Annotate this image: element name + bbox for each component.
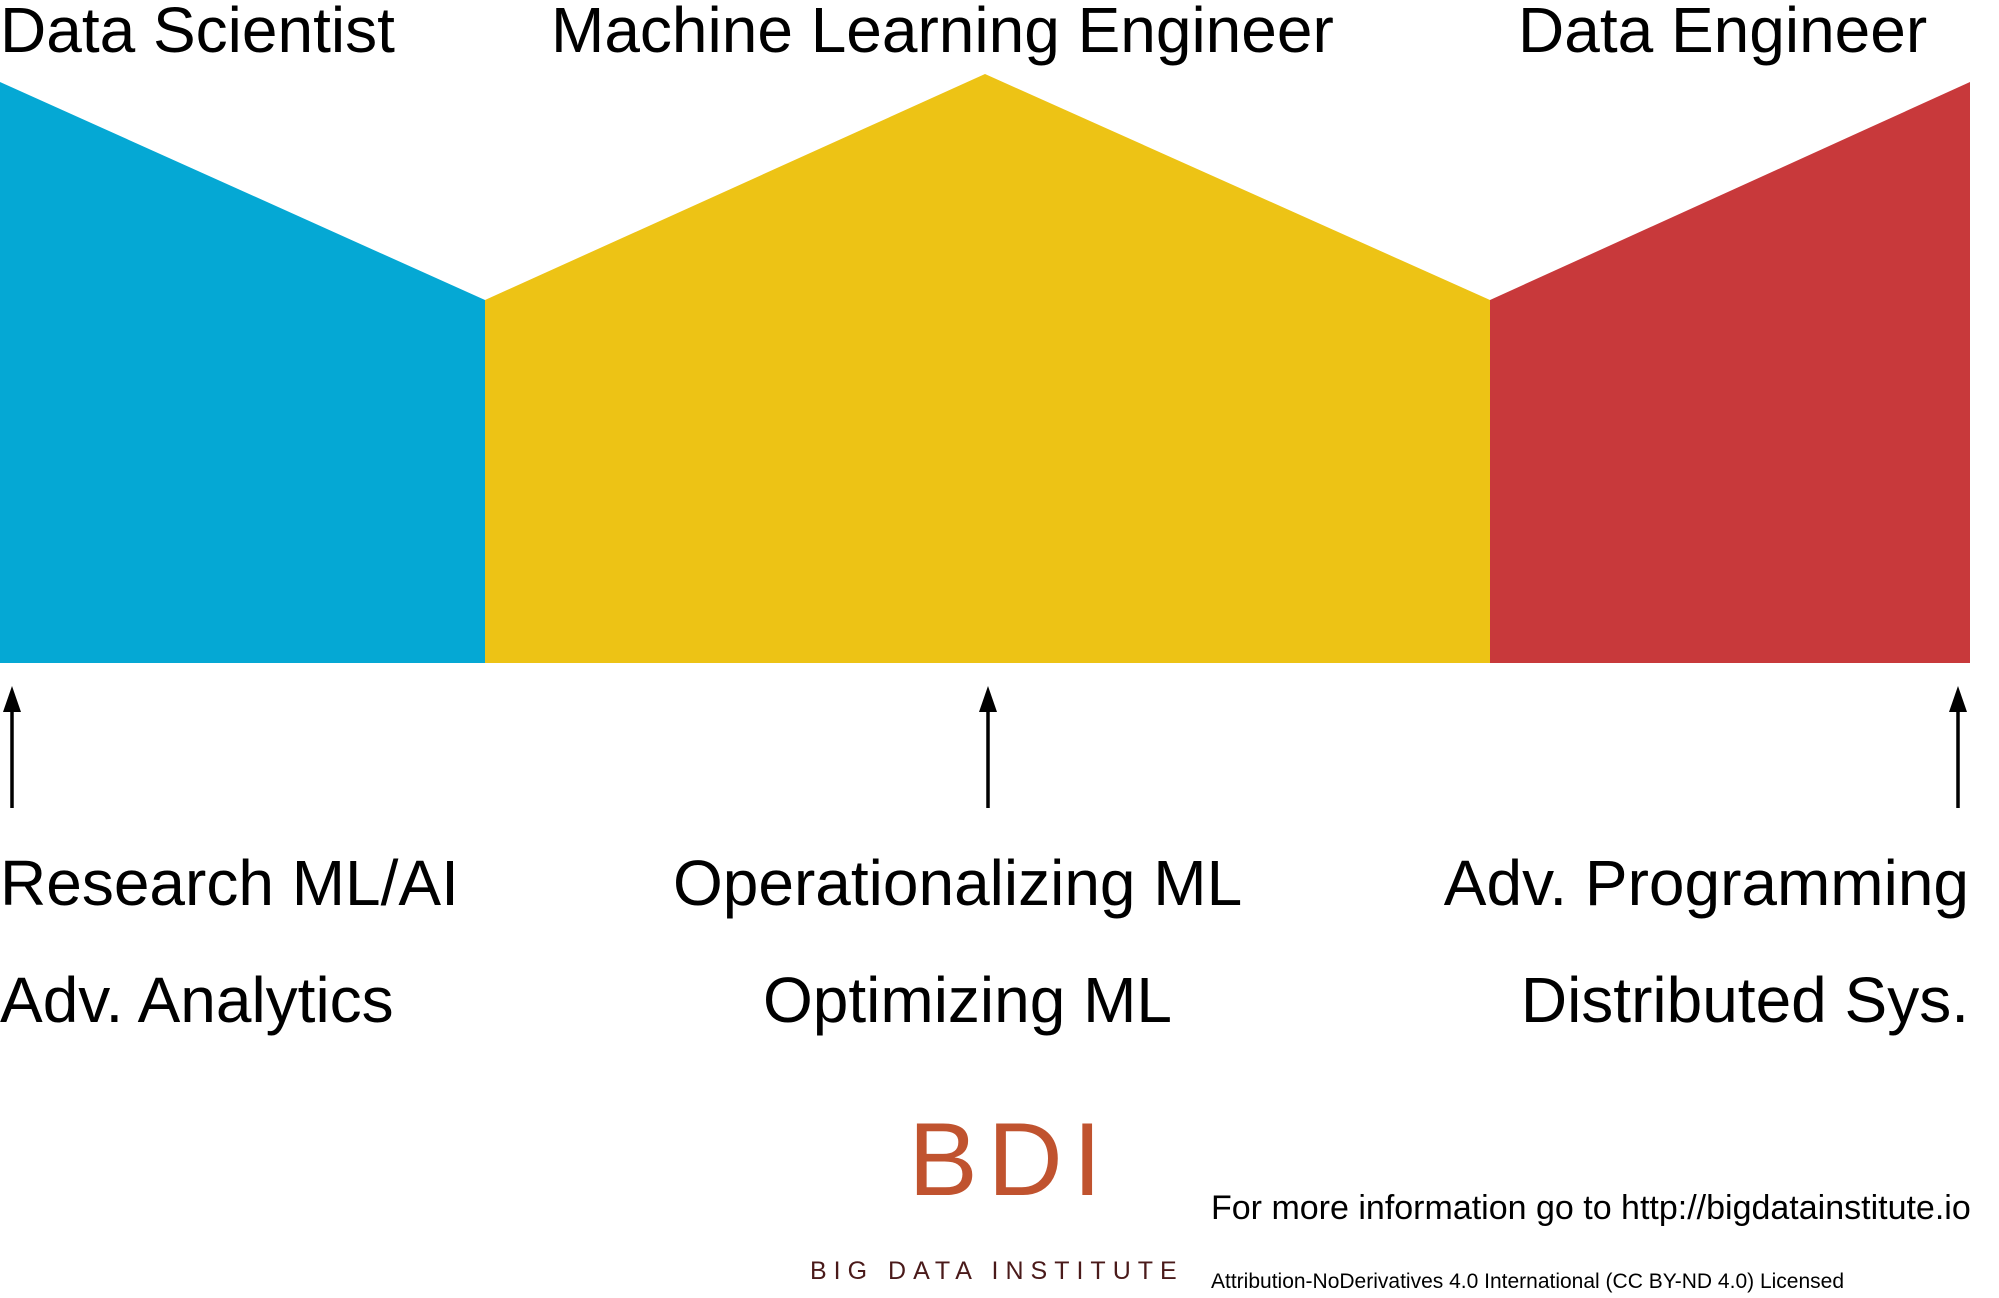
role-title-data-scientist: Data Scientist bbox=[0, 0, 395, 66]
role-spectrum-diagram: Data Scientist Machine Learning Engineer… bbox=[0, 0, 1999, 1298]
bdi-logo-mark: BDI bbox=[908, 1102, 1112, 1218]
role-title-data-engineer: Data Engineer bbox=[1518, 0, 1928, 66]
role-title-ml-engineer: Machine Learning Engineer bbox=[551, 0, 1334, 66]
data-scientist-shape bbox=[0, 82, 485, 663]
up-arrow-icon bbox=[979, 686, 997, 808]
license-text: Attribution-NoDerivatives 4.0 Internatio… bbox=[1211, 1270, 1845, 1293]
skill-distributed-sys: Distributed Sys. bbox=[1520, 964, 1969, 1036]
up-arrow-icon bbox=[1949, 686, 1967, 808]
up-arrow-icon bbox=[3, 686, 21, 808]
skill-adv-analytics: Adv. Analytics bbox=[0, 964, 394, 1036]
data-engineer-shape bbox=[1490, 82, 1970, 663]
more-info-text: For more information go to http://bigdat… bbox=[1211, 1189, 1971, 1227]
skill-optimizing-ml: Optimizing ML bbox=[763, 964, 1172, 1036]
skill-research-ml-ai: Research ML/AI bbox=[0, 847, 459, 919]
skill-operationalizing-ml: Operationalizing ML bbox=[673, 847, 1243, 919]
skill-adv-programming: Adv. Programming bbox=[1443, 847, 1969, 919]
bdi-logo-name: BIG DATA INSTITUTE bbox=[810, 1257, 1184, 1285]
ml-engineer-shape bbox=[485, 74, 1490, 663]
